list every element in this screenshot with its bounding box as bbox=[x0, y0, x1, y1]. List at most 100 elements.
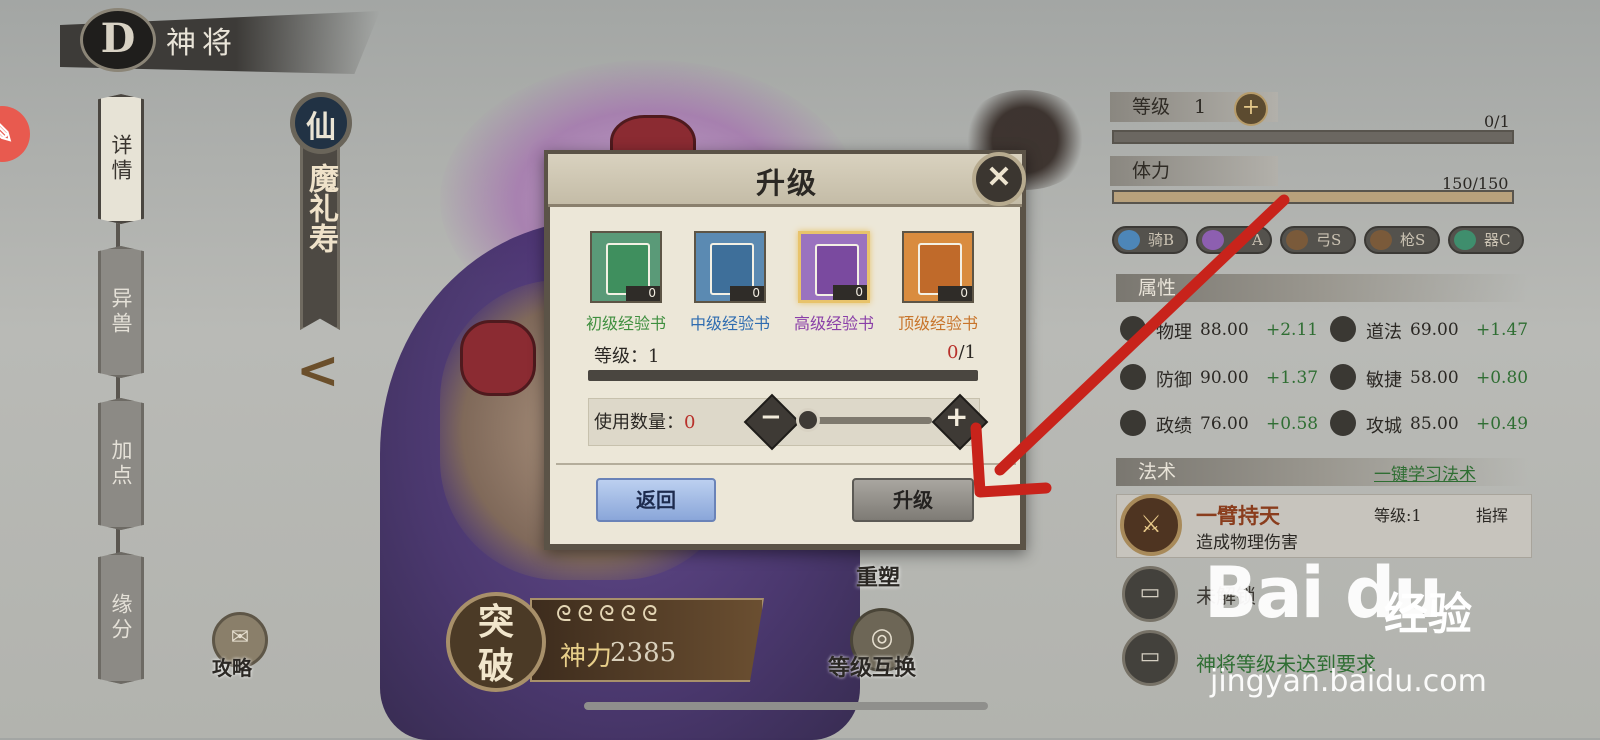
attr-value-defense: 90.00 bbox=[1200, 368, 1249, 388]
notification-dot-icon[interactable]: ✎ bbox=[0, 106, 30, 162]
breakthrough-button[interactable]: 突破 bbox=[446, 592, 546, 692]
hero-fist bbox=[460, 320, 536, 396]
attr-bonus-defense: +1.37 bbox=[1266, 368, 1319, 388]
book-name-top: 顶级经验书 bbox=[897, 314, 978, 333]
book-name-advanced: 高级经验书 bbox=[793, 314, 874, 333]
tab-beast[interactable]: 异兽 bbox=[98, 246, 144, 378]
book-count: 0 bbox=[938, 286, 972, 301]
reshape-label[interactable]: 重塑 bbox=[856, 560, 900, 592]
book-name-intermediate: 中级经验书 bbox=[689, 314, 770, 333]
stamina-bar bbox=[1112, 190, 1514, 204]
skill-sword-icon: ⚔ bbox=[1120, 494, 1182, 556]
siege-icon bbox=[1454, 230, 1476, 250]
attr-name-siege: 攻城 bbox=[1366, 416, 1402, 437]
use-count-value: 0 bbox=[684, 412, 696, 433]
attr-name-defense: 防御 bbox=[1156, 370, 1192, 391]
prev-hero-arrow-icon[interactable]: < bbox=[296, 340, 340, 401]
exp-book-advanced[interactable]: 0 bbox=[798, 231, 870, 303]
shield-icon bbox=[1202, 230, 1224, 250]
attr-bonus-politics: +0.58 bbox=[1266, 414, 1319, 434]
horse-icon bbox=[1118, 230, 1140, 250]
attr-value-siege: 85.00 bbox=[1410, 414, 1459, 434]
power-label: 神力 bbox=[560, 642, 613, 672]
attr-value-magic: 69.00 bbox=[1410, 320, 1459, 340]
close-icon[interactable]: ✕ bbox=[972, 152, 1026, 206]
attr-value-agility: 58.00 bbox=[1410, 368, 1459, 388]
tag-siege[interactable]: 器C bbox=[1448, 226, 1524, 254]
baidu-watermark-url: jingyan.baidu.com bbox=[1210, 664, 1487, 699]
dialog-level-bar bbox=[588, 370, 978, 381]
tag-spear-label: 枪S bbox=[1400, 231, 1426, 249]
book-count: 0 bbox=[730, 286, 764, 301]
back-logo-icon[interactable]: D bbox=[80, 8, 156, 72]
tag-bow-label: 弓S bbox=[1316, 231, 1342, 249]
guide-label[interactable]: 攻略 bbox=[212, 652, 252, 681]
tag-siege-label: 器C bbox=[1484, 231, 1511, 249]
attr-name-politics: 政绩 bbox=[1156, 416, 1192, 437]
skill-desc: 造成物理伤害 bbox=[1196, 533, 1298, 553]
tag-cavalry[interactable]: 骑B bbox=[1112, 226, 1188, 254]
attr-bonus-physical: +2.11 bbox=[1266, 320, 1319, 340]
tag-cavalry-label: 骑B bbox=[1148, 231, 1175, 249]
attr-value-politics: 76.00 bbox=[1200, 414, 1249, 434]
skill-level: 等级:1 bbox=[1374, 506, 1422, 525]
spear-icon bbox=[1370, 230, 1392, 250]
power-value: 2385 bbox=[610, 638, 677, 668]
attr-bonus-siege: +0.49 bbox=[1476, 414, 1529, 434]
level-plus-button[interactable]: + bbox=[1234, 92, 1268, 126]
siege-attr-icon bbox=[1330, 410, 1356, 436]
physical-icon bbox=[1120, 316, 1146, 342]
page-title: 神将 bbox=[166, 26, 238, 61]
attr-bonus-agility: +0.80 bbox=[1476, 368, 1529, 388]
slider-handle[interactable] bbox=[796, 408, 820, 432]
dialog-level-label: 等级：1 bbox=[594, 346, 660, 367]
dialog-divider bbox=[556, 463, 1016, 465]
tag-spear[interactable]: 枪S bbox=[1364, 226, 1440, 254]
dialog-title: 升级 bbox=[756, 166, 819, 200]
politics-icon bbox=[1120, 410, 1146, 436]
defense-icon bbox=[1120, 364, 1146, 390]
lock-chest-icon-2: ▭ bbox=[1122, 630, 1178, 686]
star-spirals: ᘓᘓᘓᘓᘓ bbox=[556, 602, 664, 627]
attr-name-physical: 物理 bbox=[1156, 322, 1192, 343]
tab-details[interactable]: 详情 bbox=[98, 94, 144, 224]
book-name-basic: 初级经验书 bbox=[585, 314, 666, 333]
plus-icon[interactable]: + bbox=[945, 400, 968, 433]
use-label-text: 使用数量： bbox=[594, 412, 684, 433]
upgrade-button[interactable]: 升级 bbox=[852, 478, 974, 522]
stamina-bar-fill bbox=[1114, 192, 1512, 202]
swap-level-label[interactable]: 等级互换 bbox=[828, 650, 916, 682]
lock-chest-icon: ▭ bbox=[1122, 566, 1178, 622]
attr-value-physical: 88.00 bbox=[1200, 320, 1249, 340]
home-indicator[interactable] bbox=[584, 702, 988, 710]
attr-bonus-magic: +1.47 bbox=[1476, 320, 1529, 340]
breakthrough-label: 突破 bbox=[477, 601, 514, 687]
attr-name-agility: 敏捷 bbox=[1366, 370, 1402, 391]
faction-badge: 仙 bbox=[290, 92, 352, 154]
tag-shield[interactable]: A bbox=[1196, 226, 1272, 254]
baidu-watermark-cn: 经验 bbox=[1384, 589, 1472, 640]
minus-icon[interactable]: − bbox=[760, 402, 782, 432]
stamina-label: 体力 bbox=[1132, 160, 1171, 182]
tab-points[interactable]: 加点 bbox=[98, 398, 144, 530]
back-button[interactable]: 返回 bbox=[596, 478, 716, 522]
exp-bar bbox=[1112, 130, 1514, 144]
level-max: /1 bbox=[958, 342, 976, 363]
stamina-label-box: 体力 bbox=[1110, 156, 1278, 186]
level-current: 0 bbox=[947, 342, 959, 363]
tab-fate[interactable]: 缘分 bbox=[98, 552, 144, 684]
skill-type: 指挥 bbox=[1476, 506, 1509, 525]
hero-name-banner: 魔礼寿 bbox=[300, 140, 340, 330]
attr-name-magic: 道法 bbox=[1366, 322, 1402, 343]
exp-book-intermediate[interactable]: 0 bbox=[694, 231, 766, 303]
use-count-label: 使用数量：0 bbox=[594, 408, 695, 434]
agility-icon bbox=[1330, 364, 1356, 390]
exp-book-basic[interactable]: 0 bbox=[590, 231, 662, 303]
one-key-learn-link[interactable]: 一键学习法术 bbox=[1374, 460, 1476, 485]
attr-header: 属性 bbox=[1116, 274, 1528, 302]
exp-book-top[interactable]: 0 bbox=[902, 231, 974, 303]
level-label: 等级 bbox=[1132, 96, 1171, 118]
tag-bow[interactable]: 弓S bbox=[1280, 226, 1356, 254]
level-value: 1 bbox=[1194, 96, 1207, 118]
bow-icon bbox=[1286, 230, 1308, 250]
